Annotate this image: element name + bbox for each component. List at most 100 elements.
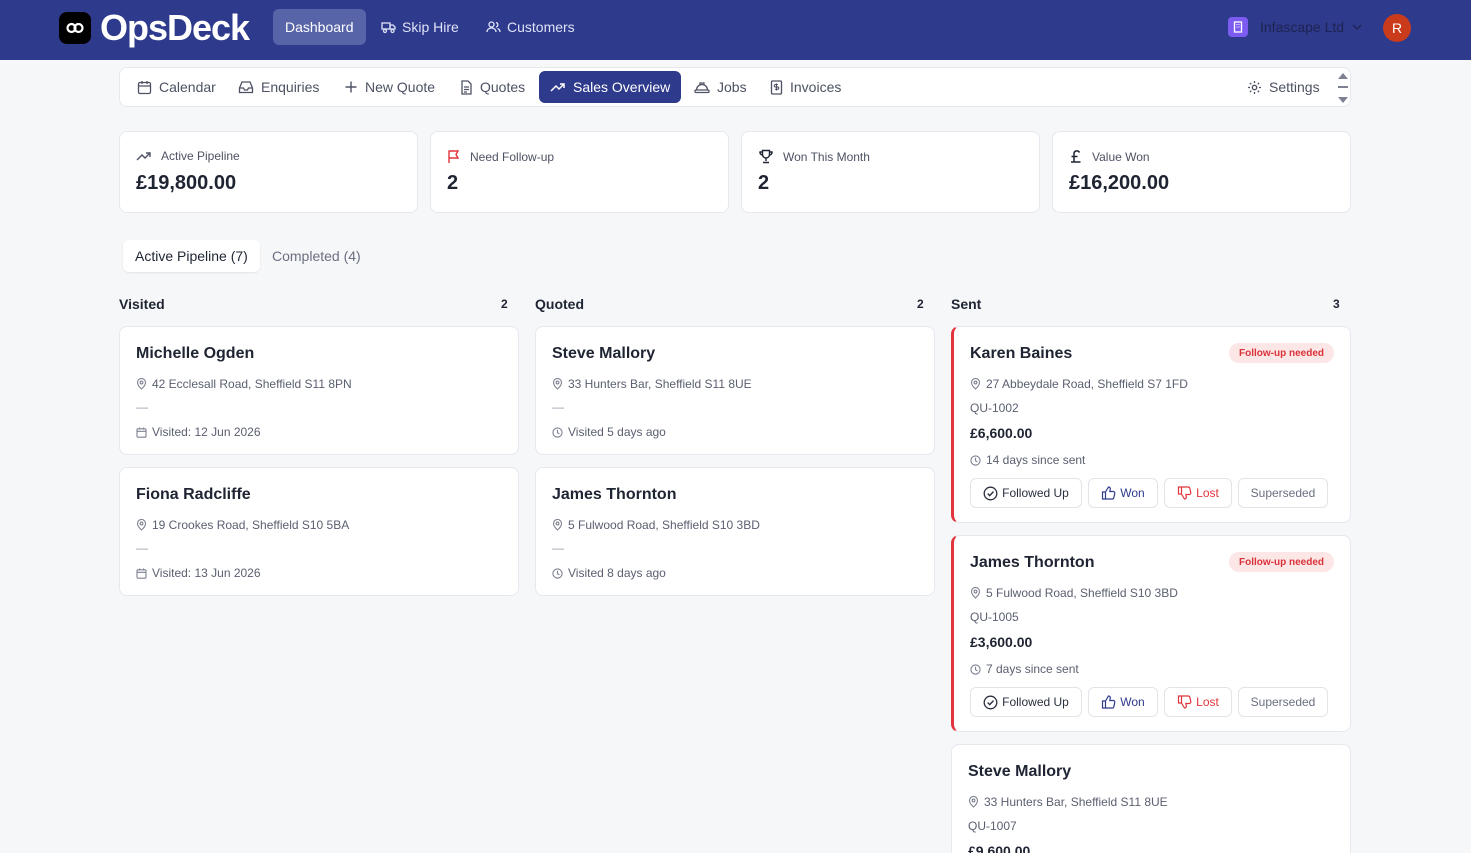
subnav-quotes[interactable]: Quotes [449, 71, 536, 103]
won-button[interactable]: Won [1088, 687, 1158, 717]
hard-hat-icon [694, 81, 717, 94]
followed-up-button[interactable]: Followed Up [970, 687, 1082, 717]
card-actions: Followed Up Won Lost Superseded [970, 687, 1334, 717]
thumbs-down-icon [1177, 695, 1196, 709]
inbox-icon [238, 80, 261, 94]
pipeline-card[interactable]: Steve Mallory 33 Hunters Bar, Sheffield … [951, 744, 1351, 853]
card-quote-ref: — [136, 541, 148, 555]
subnav-settings[interactable]: Settings [1236, 71, 1331, 103]
avatar[interactable]: R [1383, 14, 1411, 42]
topnav-skip-hire[interactable]: Skip Hire [369, 9, 471, 45]
truck-icon [381, 20, 402, 34]
subnav-scroll-arrows[interactable] [1335, 70, 1351, 106]
card-customer-name: Steve Mallory [552, 345, 656, 362]
org-switcher[interactable]: Infascape Ltd [1228, 17, 1362, 37]
file-icon [460, 79, 480, 95]
brand-logo-icon [59, 12, 91, 44]
subnav-quotes-label: Quotes [480, 79, 526, 95]
followed-up-label: Followed Up [1002, 695, 1069, 709]
pipeline-card[interactable]: Michelle Ogden 42 Ecclesall Road, Sheffi… [119, 326, 519, 455]
card-visited-date-text: Visited: 13 Jun 2026 [152, 566, 261, 580]
subnav-invoices[interactable]: Invoices [759, 71, 852, 103]
lost-button[interactable]: Lost [1164, 478, 1232, 508]
subnav-enquiries[interactable]: Enquiries [227, 71, 330, 103]
card-quote-ref: QU-1002 [970, 401, 1019, 415]
card-time-ago: Visited 8 days ago [552, 566, 666, 580]
trending-up-icon [136, 150, 161, 162]
card-address-text: 5 Fulwood Road, Sheffield S10 3BD [568, 518, 760, 532]
card-customer-name: Michelle Ogden [136, 345, 255, 362]
column-quoted-count: 2 [917, 297, 924, 311]
card-quote-ref: QU-1005 [970, 610, 1019, 624]
calendar-icon [136, 427, 152, 438]
stat-label: Value Won [1092, 149, 1150, 164]
plus-icon [344, 80, 365, 94]
calendar-icon [137, 80, 159, 95]
map-pin-icon [970, 378, 986, 390]
pipeline-card[interactable]: Karen Baines Follow-up needed 27 Abbeyda… [951, 326, 1351, 523]
lost-label: Lost [1196, 486, 1219, 500]
thumbs-up-icon [1101, 695, 1120, 709]
superseded-button[interactable]: Superseded [1238, 478, 1328, 508]
subnav-calendar-label: Calendar [159, 79, 216, 95]
chevron-down-icon [1352, 24, 1362, 30]
pipeline-card[interactable]: James Thornton Follow-up needed 5 Fulwoo… [951, 535, 1351, 732]
card-quote-ref: — [552, 400, 564, 414]
subnav-new-quote[interactable]: New Quote [333, 71, 446, 103]
card-amount: £9,600.00 [968, 843, 1031, 853]
receipt-icon [770, 79, 790, 95]
card-time-ago: Visited 5 days ago [552, 425, 666, 439]
stat-label: Need Follow-up [470, 149, 555, 164]
topnav-dashboard[interactable]: Dashboard [273, 9, 366, 45]
card-customer-name: James Thornton [552, 486, 677, 503]
pound-icon [1069, 149, 1092, 164]
card-quote-ref: — [552, 541, 564, 555]
superseded-label: Superseded [1250, 486, 1316, 500]
stat-won-this-month: Won This Month 2 [741, 131, 1040, 213]
card-amount: £3,600.00 [970, 634, 1033, 650]
card-days-since-sent: 7 days since sent [970, 662, 1079, 676]
map-pin-icon [968, 796, 984, 808]
gear-icon [1247, 80, 1269, 95]
card-address-text: 5 Fulwood Road, Sheffield S10 3BD [986, 586, 1178, 600]
tab-completed[interactable]: Completed (4) [260, 240, 373, 272]
subnav-jobs[interactable]: Jobs [683, 71, 758, 103]
subnav-sales-overview[interactable]: Sales Overview [539, 71, 682, 103]
subnav-invoices-label: Invoices [790, 79, 842, 95]
pipeline-card[interactable]: Fiona Radcliffe 19 Crookes Road, Sheffie… [119, 467, 519, 596]
topnav-dashboard-label: Dashboard [285, 19, 354, 35]
superseded-button[interactable]: Superseded [1238, 687, 1328, 717]
card-visited-date-text: Visited: 12 Jun 2026 [152, 425, 261, 439]
flag-icon [447, 149, 470, 164]
subnav-calendar[interactable]: Calendar [126, 71, 227, 103]
card-days-since-sent-text: 7 days since sent [986, 662, 1079, 676]
subnav-new-quote-label: New Quote [365, 79, 436, 95]
stat-value-won: Value Won £16,200.00 [1052, 131, 1351, 213]
clock-icon [970, 454, 986, 466]
won-label: Won [1120, 486, 1145, 500]
card-time-ago-text: Visited 5 days ago [568, 425, 666, 439]
map-pin-icon [552, 378, 568, 390]
pipeline-card[interactable]: Steve Mallory 33 Hunters Bar, Sheffield … [535, 326, 935, 455]
card-amount: £6,600.00 [970, 425, 1033, 441]
stat-label: Won This Month [783, 149, 870, 164]
thumbs-up-icon [1101, 486, 1120, 500]
tab-active-pipeline[interactable]: Active Pipeline (7) [123, 240, 260, 272]
card-address: 5 Fulwood Road, Sheffield S10 3BD [552, 518, 760, 532]
pipeline-card[interactable]: James Thornton 5 Fulwood Road, Sheffield… [535, 467, 935, 596]
building-icon [1228, 17, 1248, 37]
topnav-customers-label: Customers [507, 19, 575, 35]
won-button[interactable]: Won [1088, 478, 1158, 508]
topnav-customers[interactable]: Customers [474, 9, 587, 45]
column-sent-count: 3 [1333, 297, 1340, 311]
lost-button[interactable]: Lost [1164, 687, 1232, 717]
card-visited-date: Visited: 13 Jun 2026 [136, 566, 261, 580]
followed-up-button[interactable]: Followed Up [970, 478, 1082, 508]
card-address-text: 42 Ecclesall Road, Sheffield S11 8PN [152, 377, 352, 391]
subnav-settings-label: Settings [1269, 79, 1320, 95]
won-label: Won [1120, 695, 1145, 709]
subnav-sales-overview-label: Sales Overview [573, 79, 671, 95]
card-address-text: 19 Crookes Road, Sheffield S10 5BA [152, 518, 350, 532]
clock-icon [552, 426, 568, 438]
brand[interactable]: OpsDeck [59, 10, 250, 46]
